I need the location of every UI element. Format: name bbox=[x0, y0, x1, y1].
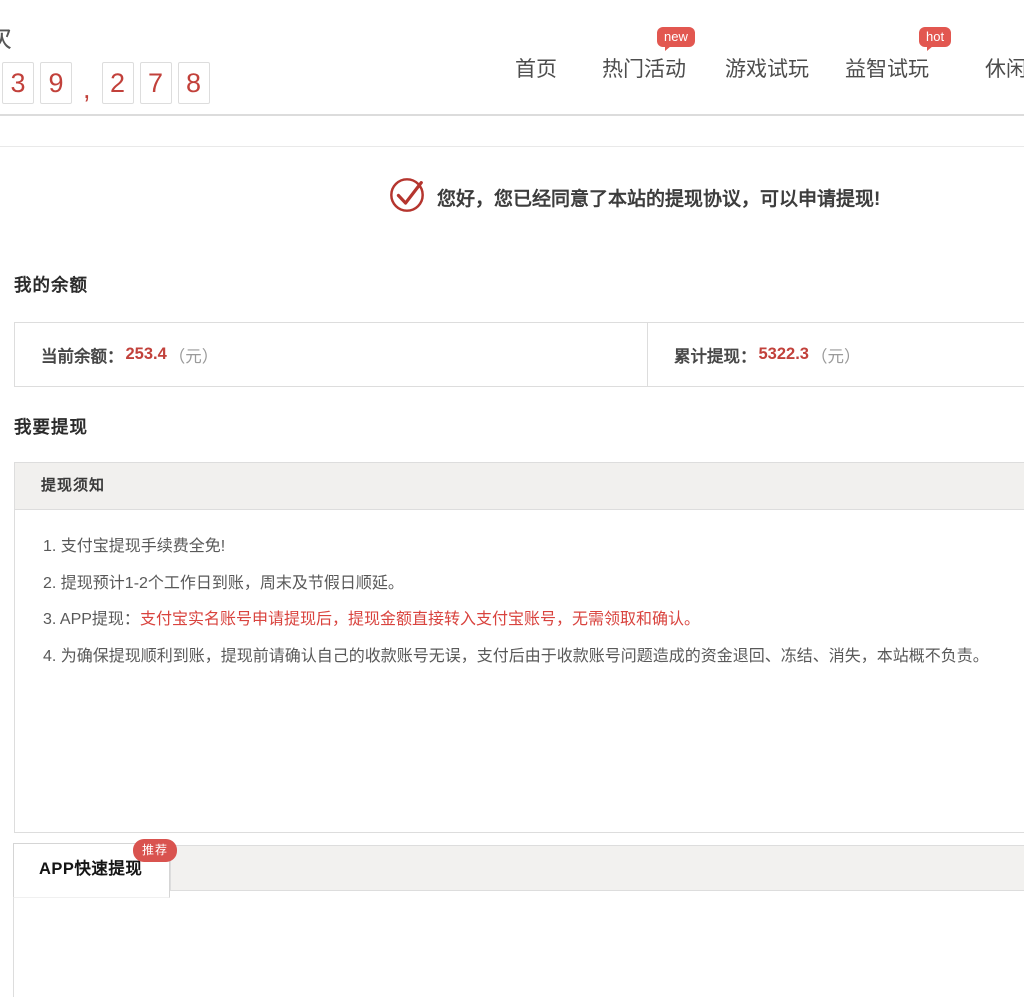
counter-digit-box: 8 bbox=[178, 62, 210, 104]
notice-item: 2. 提现预计1-2个工作日到账，周末及节假日顺延。 bbox=[43, 566, 1024, 603]
current-balance-label: 当前余额： bbox=[41, 343, 124, 367]
notice-item-text: 3. APP提现： bbox=[43, 611, 140, 628]
nav-item-hot-activities[interactable]: 热门活动 bbox=[602, 53, 686, 83]
withdraw-page: 次 3 9 , 2 7 8 首页 热门活动 new 游戏试玩 益智试玩 hot … bbox=[0, 0, 1024, 997]
nav-item-leisure[interactable]: 休闲 bbox=[985, 53, 1024, 83]
counter-comma: , bbox=[83, 74, 91, 104]
notice-item-red-text: 支付宝实名账号申请提现后，提现金额直接转入支付宝账号，无需领取和确认。 bbox=[140, 611, 700, 628]
current-balance-value: 253.4 bbox=[126, 345, 167, 364]
tab-panel bbox=[13, 898, 1024, 997]
agreement-message: 您好，您已经同意了本站的提现协议，可以申请提现! bbox=[437, 184, 880, 211]
total-withdrawn-label: 累计提现： bbox=[674, 343, 757, 367]
notice-box-header: 提现须知 bbox=[15, 463, 1024, 510]
nav-item-puzzle-trial[interactable]: 益智试玩 bbox=[845, 53, 929, 83]
header-sub-divider bbox=[0, 146, 1024, 147]
hot-badge: hot bbox=[919, 27, 951, 47]
balance-section-title: 我的余额 bbox=[14, 272, 88, 297]
notice-list: 1. 支付宝提现手续费全免! 2. 提现预计1-2个工作日到账，周末及节假日顺延… bbox=[15, 510, 1024, 675]
nav-item-home[interactable]: 首页 bbox=[515, 53, 557, 83]
notice-item-text: 4. 为确保提现顺利到账，提现前请确认自己的收款账号无误，支付后由于收款账号问题… bbox=[43, 648, 989, 665]
notice-item: 1. 支付宝提现手续费全免! bbox=[43, 529, 1024, 566]
nav-item-game-trial[interactable]: 游戏试玩 bbox=[725, 53, 809, 83]
notice-item-text: 1. 支付宝提现手续费全免! bbox=[43, 538, 225, 555]
total-withdrawn-value: 5322.3 bbox=[759, 345, 809, 364]
counter-digit-box: 9 bbox=[40, 62, 72, 104]
new-badge: new bbox=[657, 27, 695, 47]
total-withdrawn-cell: 累计提现： 5322.3 （元） bbox=[648, 323, 1024, 386]
counter-digit-box: 2 bbox=[102, 62, 134, 104]
tab-bar bbox=[170, 845, 1024, 891]
notice-item: 3. APP提现：支付宝实名账号申请提现后，提现金额直接转入支付宝账号，无需领取… bbox=[43, 602, 1024, 639]
withdrawal-counter: 3 9 , 2 7 8 bbox=[2, 62, 210, 104]
current-balance-unit: （元） bbox=[169, 343, 219, 367]
counter-digit-box: 7 bbox=[140, 62, 172, 104]
total-withdrawn-unit: （元） bbox=[811, 343, 861, 367]
recommend-badge: 推荐 bbox=[133, 839, 177, 862]
withdraw-notice-box: 提现须知 1. 支付宝提现手续费全免! 2. 提现预计1-2个工作日到账，周末及… bbox=[14, 462, 1024, 833]
counter-prefix-char: 次 bbox=[0, 18, 12, 55]
notice-item: 4. 为确保提现顺利到账，提现前请确认自己的收款账号无误，支付后由于收款账号问题… bbox=[43, 639, 1024, 676]
counter-digit-box: 3 bbox=[2, 62, 34, 104]
header-divider bbox=[0, 114, 1024, 116]
check-circle-icon bbox=[388, 176, 426, 214]
notice-item-text: 2. 提现预计1-2个工作日到账，周末及节假日顺延。 bbox=[43, 575, 404, 592]
balance-table: 当前余额： 253.4 （元） 累计提现： 5322.3 （元） bbox=[14, 322, 1024, 387]
withdraw-section-title: 我要提现 bbox=[14, 414, 88, 439]
current-balance-cell: 当前余额： 253.4 （元） bbox=[15, 323, 648, 386]
